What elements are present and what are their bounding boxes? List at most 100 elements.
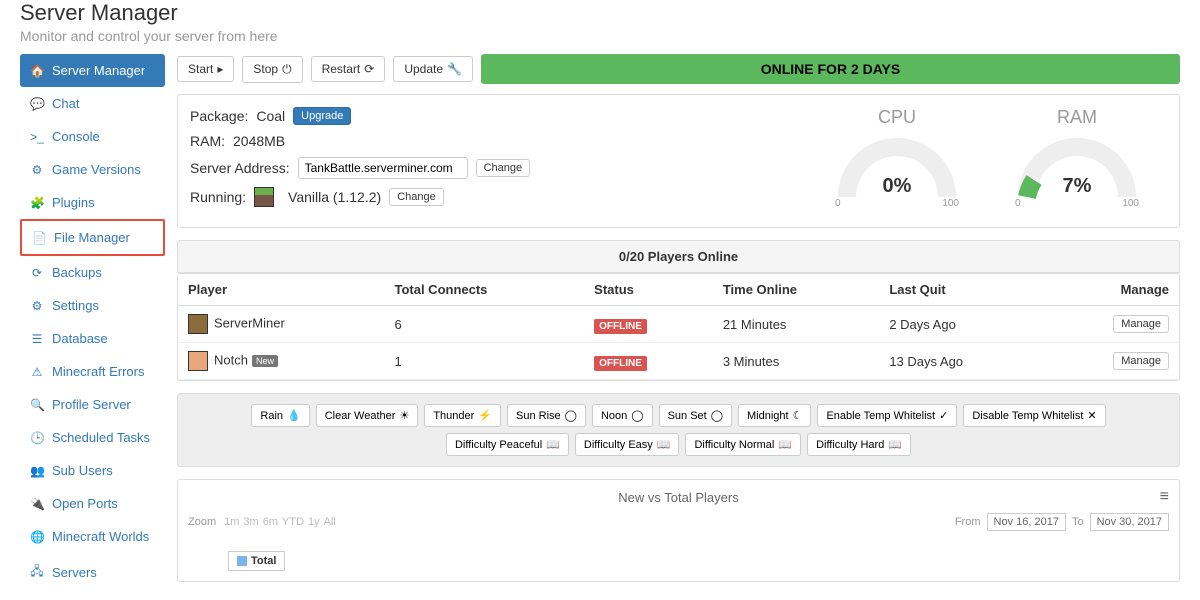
ram-value: 2048MB [233,133,285,149]
zoom-YTD[interactable]: YTD [282,516,304,528]
stop-button[interactable]: Stop ⏻ [242,56,302,83]
zoom-1m[interactable]: 1m [224,516,239,528]
chart-menu-icon[interactable]: ≡ [1160,488,1169,506]
player-name: ServerMiner [214,315,285,330]
action-difficulty-peaceful[interactable]: Difficulty Peaceful 📖 [446,433,569,456]
sidebar-item-database[interactable]: ☰ Database [20,322,165,355]
action-icon: ◯ [711,409,723,422]
sidebar-item-open-ports[interactable]: 🔌Open Ports [20,487,165,520]
player-avatar [188,314,208,334]
sidebar-item-backups[interactable]: ⟳ Backups [20,256,165,289]
power-icon: ⏻ [282,62,292,77]
action-difficulty-normal[interactable]: Difficulty Normal 📖 [685,433,801,456]
sidebar-item-label: Profile Server [52,397,131,412]
action-sun-set[interactable]: Sun Set ◯ [659,404,732,427]
sidebar-item-console[interactable]: >_ Console [20,120,165,153]
sidebar-item-file-manager[interactable]: 📄 File Manager [20,219,165,256]
sidebar-item-label: Scheduled Tasks [52,430,150,445]
player-connects: 6 [384,306,584,343]
from-date[interactable]: Nov 16, 2017 [987,513,1066,531]
sidebar-item-label: File Manager [54,230,130,245]
action-icon: ◯ [565,409,577,422]
upgrade-button[interactable]: Upgrade [293,107,351,125]
sidebar-item-label: Minecraft Errors [52,364,144,379]
zoom-All[interactable]: All [324,516,336,528]
player-avatar [188,351,208,371]
action-difficulty-easy[interactable]: Difficulty Easy 📖 [575,433,680,456]
zoom-1y[interactable]: 1y [308,516,320,528]
sidebar: 🏠Server Manager💬Chat >_ Console ⚙Game Versi… [20,54,165,592]
sidebar-item-server-manager[interactable]: 🏠Server Manager [20,54,165,87]
sidebar-item-scheduled-tasks[interactable]: 🕒Scheduled Tasks [20,421,165,454]
action-difficulty-hard[interactable]: Difficulty Hard 📖 [807,433,911,456]
status-badge: OFFLINE [594,319,647,334]
action-enable-temp-whitelist[interactable]: Enable Temp Whitelist ✓ [817,404,957,427]
sidebar-item-minecraft-worlds[interactable]: 🌐Minecraft Worlds [20,520,165,553]
column-header: Last Quit [879,274,1045,306]
backups-icon: ⟳ [30,266,44,280]
action-noon[interactable]: Noon ◯ [592,404,653,427]
action-thunder[interactable]: Thunder ⚡ [424,404,501,427]
action-icon: 📖 [888,438,902,451]
sidebar-item-label: Minecraft Worlds [52,529,149,544]
start-button[interactable]: Start ▸ [177,56,234,82]
action-icon: ☀ [399,409,409,422]
action-sun-rise[interactable]: Sun Rise ◯ [507,404,586,427]
sidebar-item-label: Backups [52,265,102,280]
column-header: Player [178,274,384,306]
action-disable-temp-whitelist[interactable]: Disable Temp Whitelist ✕ [963,404,1105,427]
zoom-6m[interactable]: 6m [263,516,278,528]
to-date[interactable]: Nov 30, 2017 [1090,513,1169,531]
sidebar-item-settings[interactable]: ⚙Settings [20,289,165,322]
change-address-button[interactable]: Change [476,159,531,177]
package-value: Coal [256,108,285,124]
sidebar-item-label: Plugins [52,195,95,210]
update-button[interactable]: Update 🔧 [393,56,473,82]
action-icon: 💧 [287,409,301,422]
zoom-3m[interactable]: 3m [243,516,258,528]
sidebar-item-label: Console [52,129,100,144]
change-version-button[interactable]: Change [389,188,444,206]
page-title: Server Manager [20,0,1180,26]
page-subtitle: Monitor and control your server from her… [20,28,1180,44]
ram-label: RAM: [190,133,225,149]
address-input[interactable] [298,157,468,179]
settings-icon: ⚙ [30,299,44,313]
refresh-icon: ⟳ [364,62,374,76]
restart-button[interactable]: Restart ⟳ [311,56,386,82]
console-icon: >_ [30,130,44,144]
table-row: NotchNew1OFFLINE3 Minutes13 Days AgoMana… [178,343,1179,380]
sidebar-item-label: Servers [52,565,97,580]
action-midnight[interactable]: Midnight ☾ [738,404,811,427]
open-ports-icon: 🔌 [30,497,44,511]
legend-swatch-icon [237,556,247,566]
address-label: Server Address: [190,160,290,176]
sidebar-item-sub-users[interactable]: 👥Sub Users [20,454,165,487]
database-icon: ☰ [30,332,44,346]
column-header: Total Connects [384,274,584,306]
servers-icon: 🖧 [30,562,44,583]
sidebar-item-minecraft-errors[interactable]: ⚠Minecraft Errors [20,355,165,388]
sidebar-item-label: Database [52,331,108,346]
new-badge: New [252,355,278,367]
sidebar-item-chat[interactable]: 💬Chat [20,87,165,120]
action-clear-weather[interactable]: Clear Weather ☀ [316,404,419,427]
ram-gauge: RAM 7% 0100 [1007,107,1147,215]
wrench-icon: 🔧 [447,62,462,76]
file-manager-icon: 📄 [32,231,46,245]
chart-legend[interactable]: Total [228,551,285,571]
game-versions-icon: ⚙ [30,163,44,177]
sidebar-item-label: Sub Users [52,463,113,478]
manage-button[interactable]: Manage [1113,315,1169,333]
status-badge: OFFLINE [594,356,647,371]
sidebar-item-game-versions[interactable]: ⚙Game Versions [20,153,165,186]
action-icon: ⚡ [478,409,492,422]
column-header: Time Online [713,274,879,306]
manage-button[interactable]: Manage [1113,352,1169,370]
sidebar-item-profile-server[interactable]: 🔍Profile Server [20,388,165,421]
chat-icon: 💬 [30,97,44,111]
quick-actions: Rain 💧 Clear Weather ☀Thunder ⚡ Sun Rise ◯… [177,393,1180,467]
sidebar-item-plugins[interactable]: 🧩Plugins [20,186,165,219]
sidebar-item-servers[interactable]: 🖧 Servers [20,553,165,592]
action-rain[interactable]: Rain 💧 [251,404,309,427]
